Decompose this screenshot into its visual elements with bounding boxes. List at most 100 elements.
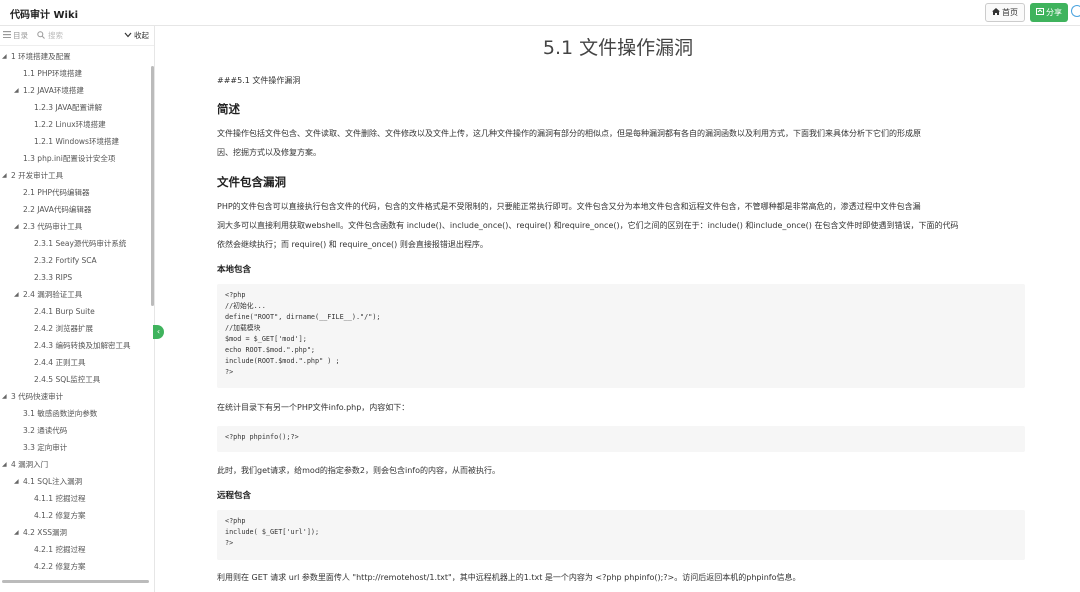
loading-spinner-icon bbox=[1071, 5, 1080, 17]
sidebar: 目录 搜索 收起 ◢ 1 环境搭建及配置 1.1 PHP环境搭建 ◢ 1.2 JAVA环… bbox=[0, 26, 155, 592]
toc-item-label: 2.4 漏洞验证工具 bbox=[23, 290, 83, 299]
toc-item[interactable]: ◢ 4.2 XSS漏洞 bbox=[0, 524, 150, 541]
include-line-1: PHP的文件包含可以直接执行包含文件的代码，包含的文件格式是不受限制的，只要能正… bbox=[217, 202, 921, 211]
toc-item[interactable]: 4.2.1 挖掘过程 bbox=[0, 541, 150, 558]
subtitle-text: ###5.1 文件操作漏洞 bbox=[217, 76, 301, 85]
toc-item[interactable]: 4.1.1 挖掘过程 bbox=[0, 490, 150, 507]
expand-arrow-icon[interactable]: ◢ bbox=[14, 218, 19, 235]
toc-item[interactable]: 1.3 php.ini配置设计安全项 bbox=[0, 150, 150, 167]
top-header: 代码审计 Wiki 首页 分享 bbox=[0, 0, 1080, 26]
toc-item-label: 4.1.2 修复方案 bbox=[34, 511, 86, 520]
toc-item[interactable]: 2.4.3 编码转换及加解密工具 bbox=[0, 337, 150, 354]
toc-item-label: 1.2.3 JAVA配置讲解 bbox=[34, 103, 102, 112]
collapse-label: 收起 bbox=[134, 31, 149, 40]
toc-item[interactable]: 2.4.1 Burp Suite bbox=[0, 303, 150, 320]
expand-arrow-icon[interactable]: ◢ bbox=[2, 456, 7, 473]
home-button[interactable]: 首页 bbox=[985, 3, 1025, 22]
toc-item[interactable]: ◢ 1.2 JAVA环境搭建 bbox=[0, 82, 150, 99]
include-line-2: 洞大多可以直接利用获取webshell。文件包含函数有 include()、in… bbox=[217, 221, 959, 230]
toc-item-label: 1.2.1 Windows环境搭建 bbox=[34, 137, 119, 146]
toc-item-label: 1.2 JAVA环境搭建 bbox=[23, 86, 84, 95]
toc-item[interactable]: 4.2.2 修复方案 bbox=[0, 558, 150, 575]
toc-item-label: 4 漏洞入门 bbox=[11, 460, 49, 469]
site-logo[interactable]: 代码审计 Wiki bbox=[10, 6, 78, 21]
info-php-text: 在统计目录下有另一个PHP文件info.php，内容如下： bbox=[217, 403, 410, 412]
expand-arrow-icon[interactable]: ◢ bbox=[14, 82, 19, 99]
summary-line-2: 因、挖掘方式以及修复方案。 bbox=[217, 148, 321, 157]
toc-item[interactable]: 2.3.2 Fortify SCA bbox=[0, 252, 150, 269]
toc-item[interactable]: 2.3.1 Seay源代码审计系统 bbox=[0, 235, 150, 252]
sidebar-scrollbar[interactable] bbox=[151, 66, 154, 306]
execution-text: 此时，我们get请求，给mod的指定参数2，则会包含info的内容，从而被执行。 bbox=[217, 466, 500, 475]
expand-arrow-icon[interactable]: ◢ bbox=[2, 48, 7, 65]
search-input[interactable]: 搜索 bbox=[48, 30, 63, 41]
toc-item[interactable]: ◢ 3 代码快速审计 bbox=[0, 388, 150, 405]
home-button-label: 首页 bbox=[1002, 8, 1018, 17]
toc-item[interactable]: 2.4.2 浏览器扩展 bbox=[0, 320, 150, 337]
collapse-button[interactable]: 收起 bbox=[124, 30, 149, 41]
toc-item-label: 2.3 代码审计工具 bbox=[23, 222, 83, 231]
home-icon bbox=[992, 8, 1000, 17]
expand-arrow-icon[interactable]: ◢ bbox=[14, 524, 19, 541]
toc-item[interactable]: ◢ 2 开发审计工具 bbox=[0, 167, 150, 184]
toc-item[interactable]: 4.1.2 修复方案 bbox=[0, 507, 150, 524]
heading-local-include: 本地包含 bbox=[217, 265, 252, 275]
toc-item[interactable]: 2.4.5 SQL监控工具 bbox=[0, 371, 150, 388]
toc-item[interactable]: 2.1 PHP代码编辑器 bbox=[0, 184, 150, 201]
toc-item[interactable]: ◢ 2.4 漏洞验证工具 bbox=[0, 286, 150, 303]
toc-item[interactable]: ◢ 4.1 SQL注入漏洞 bbox=[0, 473, 150, 490]
toc-item[interactable]: ◢ 2.3 代码审计工具 bbox=[0, 218, 150, 235]
toc-toggle[interactable]: 目录 bbox=[3, 30, 28, 41]
share-button[interactable]: 分享 bbox=[1030, 3, 1068, 22]
share-button-label: 分享 bbox=[1046, 8, 1062, 17]
code-block-local: <?php //初始化... define("ROOT", dirname(__… bbox=[217, 284, 1025, 388]
article: 5.1 文件操作漏洞 ###5.1 文件操作漏洞 简述 文件操作包括文件包含、文… bbox=[156, 26, 1080, 592]
toc-search[interactable]: 搜索 bbox=[37, 30, 63, 41]
toc-item-label: 2.4.1 Burp Suite bbox=[34, 307, 95, 316]
toc-item[interactable]: 3.2 通读代码 bbox=[0, 422, 150, 439]
toc-item-label: 4.2.2 修复方案 bbox=[34, 562, 86, 571]
toc-item-label: 4.2.1 挖掘过程 bbox=[34, 545, 86, 554]
search-icon bbox=[37, 30, 45, 41]
toc-item-label: 3.1 敏感函数逆向参数 bbox=[23, 409, 98, 418]
toc-item-label: 2.3.2 Fortify SCA bbox=[34, 256, 97, 265]
toc-item[interactable]: ◢ 4 漏洞入门 bbox=[0, 456, 150, 473]
toc-item-label: 2.3.1 Seay源代码审计系统 bbox=[34, 239, 127, 248]
toc-item[interactable]: 1.2.3 JAVA配置讲解 bbox=[0, 99, 150, 116]
toc-item-label: 2.1 PHP代码编辑器 bbox=[23, 188, 90, 197]
expand-arrow-icon[interactable]: ◢ bbox=[2, 167, 7, 184]
remote-usage-text: 利用则在 GET 请求 url 参数里面传人 "http://remotehos… bbox=[217, 573, 801, 582]
include-line-3: 依然会继续执行；而 require() 和 require_once() 则会直… bbox=[217, 240, 488, 249]
toc-item[interactable]: 1.1 PHP环境搭建 bbox=[0, 65, 150, 82]
toc-item-label: 4.1 SQL注入漏洞 bbox=[23, 477, 83, 486]
share-icon bbox=[1036, 8, 1044, 17]
toc-item[interactable]: 1.2.1 Windows环境搭建 bbox=[0, 133, 150, 150]
expand-arrow-icon[interactable]: ◢ bbox=[2, 388, 7, 405]
toc-item[interactable]: 2.4.4 正则工具 bbox=[0, 354, 150, 371]
sidebar-horizontal-scrollbar[interactable] bbox=[2, 580, 149, 583]
toc-item-label: 3.2 通读代码 bbox=[23, 426, 68, 435]
expand-arrow-icon[interactable]: ◢ bbox=[14, 473, 19, 490]
toc-item[interactable]: 2.2 JAVA代码编辑器 bbox=[0, 201, 150, 218]
expand-arrow-icon[interactable]: ◢ bbox=[14, 286, 19, 303]
code-block-remote: <?php include( $_GET['url']); ?> bbox=[217, 510, 1025, 560]
toc-label: 目录 bbox=[13, 31, 28, 40]
toc-item[interactable]: 3.3 定向审计 bbox=[0, 439, 150, 456]
toc-item[interactable]: 1.2.2 Linux环境搭建 bbox=[0, 116, 150, 133]
toc-item-label: 2.3.3 RIPS bbox=[34, 273, 73, 282]
toc-item[interactable]: 2.3.3 RIPS bbox=[0, 269, 150, 286]
toc-item[interactable]: ◢ 1 环境搭建及配置 bbox=[0, 48, 150, 65]
code-block-phpinfo: <?php phpinfo();?> bbox=[217, 426, 1025, 452]
toc-list: ◢ 1 环境搭建及配置 1.1 PHP环境搭建 ◢ 1.2 JAVA环境搭建 1.2.3 … bbox=[0, 48, 150, 575]
toc-item[interactable]: 3.1 敏感函数逆向参数 bbox=[0, 405, 150, 422]
toc-item-label: 1.1 PHP环境搭建 bbox=[23, 69, 82, 78]
toc-item-label: 2.2 JAVA代码编辑器 bbox=[23, 205, 92, 214]
heading-remote-include: 远程包含 bbox=[217, 491, 252, 501]
heading-file-include: 文件包含漏洞 bbox=[217, 175, 286, 189]
chevron-down-icon bbox=[124, 31, 132, 40]
summary-line-1: 文件操作包括文件包含、文件读取、文件删除、文件修改以及文件上传，这几种文件操作的… bbox=[217, 129, 921, 138]
page-title: 5.1 文件操作漏洞 bbox=[542, 37, 694, 59]
toc-item-label: 4.2 XSS漏洞 bbox=[23, 528, 67, 537]
toc-item-label: 1.3 php.ini配置设计安全项 bbox=[23, 154, 116, 163]
toc-item-label: 1.2.2 Linux环境搭建 bbox=[34, 120, 106, 129]
